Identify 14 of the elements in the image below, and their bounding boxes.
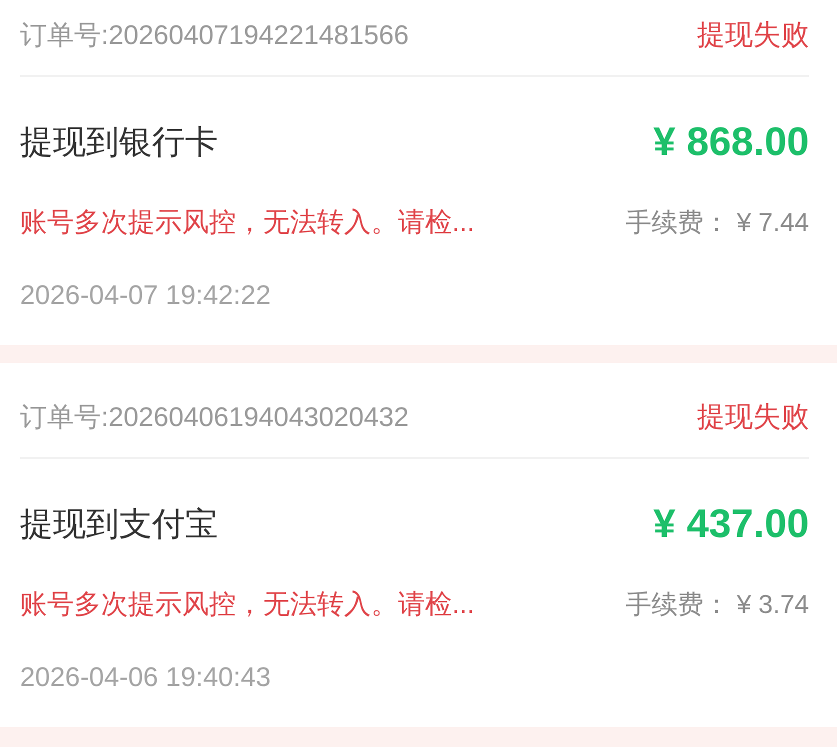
order-title: 提现到支付宝 (20, 504, 218, 544)
amount: ¥ 868.00 (653, 122, 809, 162)
error-message: 账号多次提示风控，无法转入。请检... (20, 588, 475, 621)
amount: ¥ 437.00 (653, 504, 809, 544)
status-label: 提现失败 (697, 400, 809, 434)
order-time: 2026-04-07 19:42:22 (20, 279, 271, 312)
order-title: 提现到银行卡 (20, 122, 218, 162)
order-time: 2026-04-06 19:40:43 (20, 661, 271, 694)
order-number: 订单号:20260407194221481566 (20, 19, 409, 52)
fee: 手续费： ¥ 3.74 (625, 588, 809, 621)
fee: 手续费： ¥ 7.44 (625, 206, 809, 239)
error-message: 账号多次提示风控，无法转入。请检... (20, 206, 475, 239)
order-number: 订单号:20260406194043020432 (20, 401, 409, 434)
status-label: 提现失败 (697, 18, 809, 52)
